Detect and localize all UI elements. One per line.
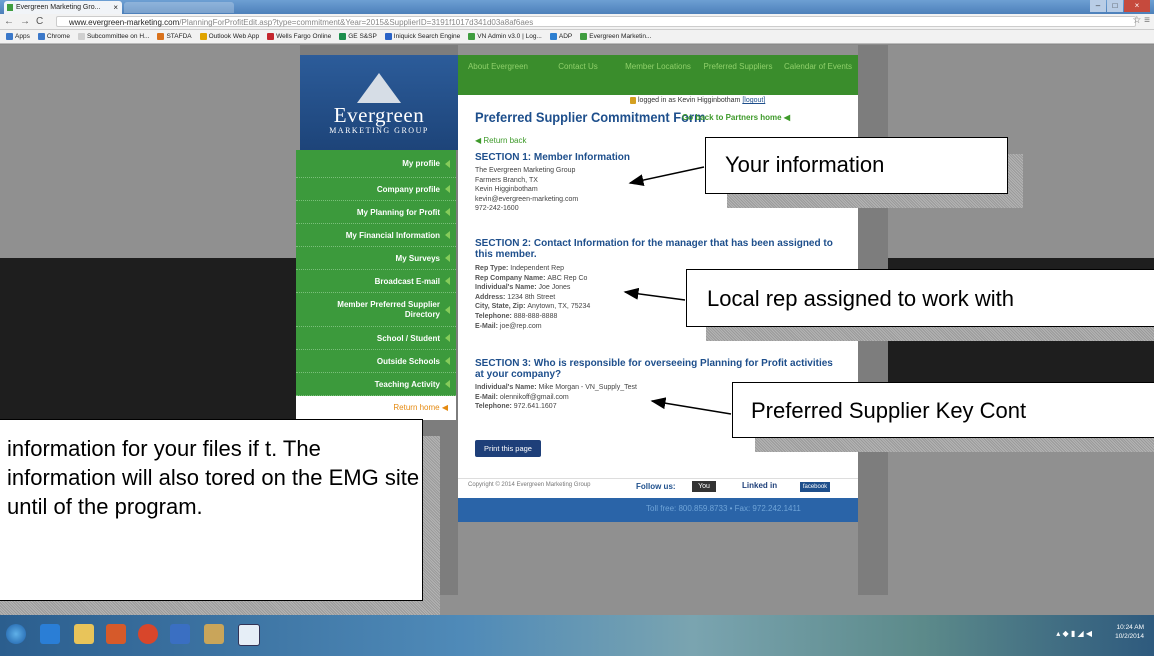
system-tray-icons[interactable]: ▴ ◆ ▮ ◢ ◀: [1056, 629, 1092, 638]
callout-key-contact: Preferred Supplier Key Cont: [732, 382, 1154, 438]
outlook-icon[interactable]: [204, 624, 224, 644]
arrow-your-info: [628, 166, 705, 187]
ie-icon[interactable]: [40, 624, 60, 644]
start-button-icon[interactable]: [6, 624, 26, 644]
clock[interactable]: 10:24 AM 10/2/2014: [1115, 623, 1144, 641]
word-icon[interactable]: [238, 624, 260, 646]
chrome-icon[interactable]: [138, 624, 158, 644]
callout-local-rep: Local rep assigned to work with: [686, 269, 1154, 327]
media-icon[interactable]: [106, 624, 126, 644]
callout-your-information: Your information: [705, 137, 1008, 194]
arrow-key-contact: [650, 397, 732, 415]
callout-files-note: information for your files if t. The inf…: [0, 419, 423, 601]
folder-icon[interactable]: [74, 624, 94, 644]
clock-date: 10/2/2014: [1115, 633, 1144, 640]
clock-time: 10:24 AM: [1116, 624, 1144, 631]
arrow-local-rep: [623, 287, 686, 301]
app-icon[interactable]: [170, 624, 190, 644]
